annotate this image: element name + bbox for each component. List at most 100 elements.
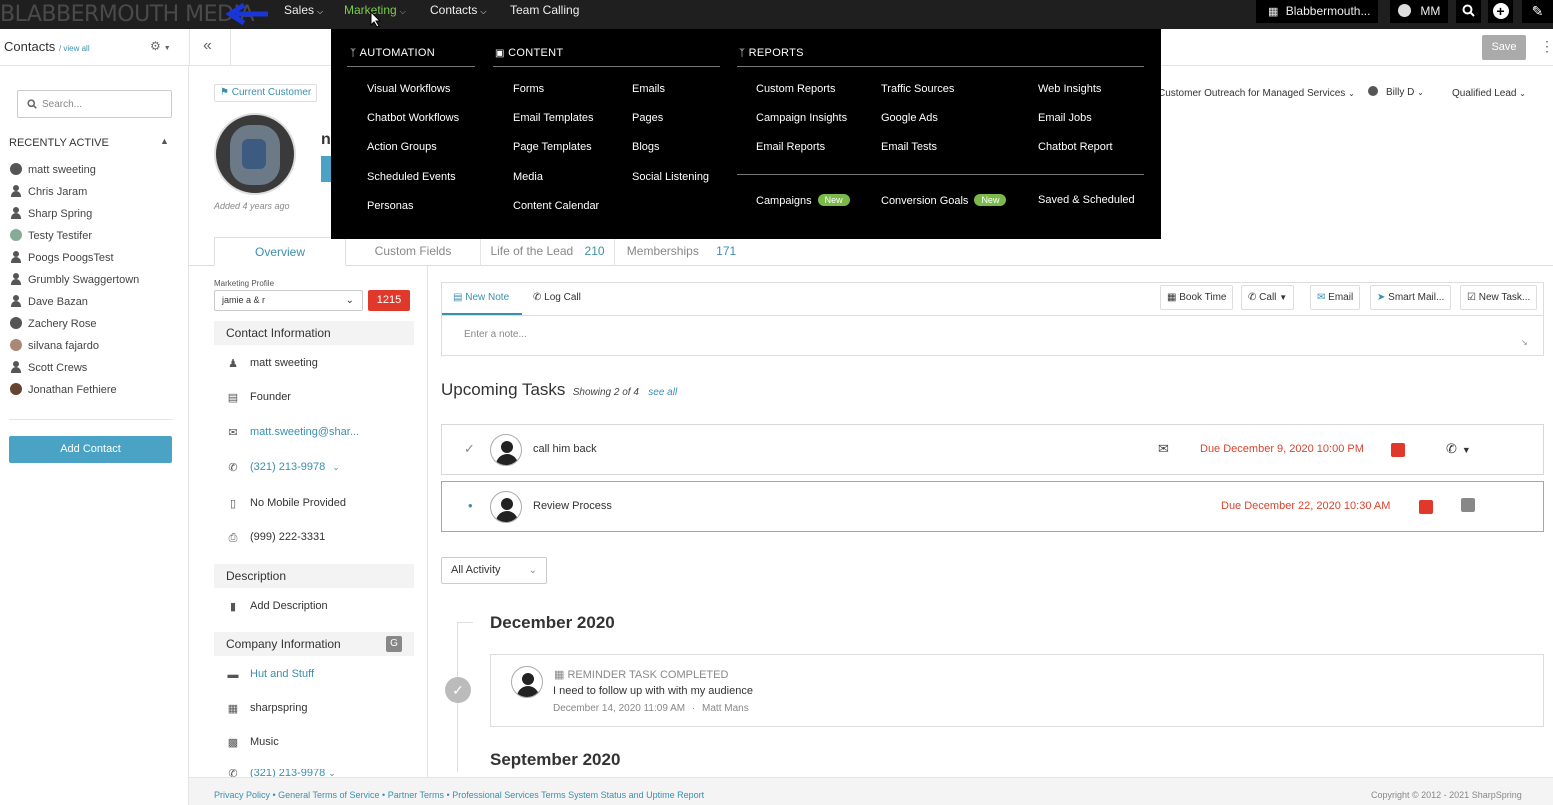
menu-pages[interactable]: Pages bbox=[632, 112, 663, 124]
company-industry-row[interactable]: ▩ Music bbox=[226, 734, 279, 750]
see-all-link[interactable]: see all bbox=[648, 387, 677, 398]
activity-entry[interactable]: ▦ REMINDER TASK COMPLETED I need to foll… bbox=[490, 654, 1544, 727]
user-menu[interactable]: MM bbox=[1390, 0, 1448, 23]
menu-forms[interactable]: Forms bbox=[513, 83, 544, 95]
comment-icon[interactable]: ✉ bbox=[1158, 441, 1169, 457]
menu-web-insights[interactable]: Web Insights bbox=[1038, 83, 1101, 95]
menu-email-jobs[interactable]: Email Jobs bbox=[1038, 112, 1092, 124]
contact-avatar[interactable] bbox=[214, 113, 296, 195]
resize-handle-icon[interactable]: ↘ bbox=[1521, 338, 1528, 347]
contact-title-row[interactable]: ▤ Founder bbox=[226, 389, 291, 405]
view-all-link[interactable]: / view all bbox=[59, 44, 90, 53]
contact-mobile-row[interactable]: ▯ No Mobile Provided bbox=[226, 495, 346, 511]
contacts-title: Contacts / view all bbox=[4, 39, 90, 54]
tab-life-of-lead[interactable]: Life of the Lead 210 bbox=[480, 237, 614, 266]
add-contact-button[interactable]: Add Contact bbox=[9, 436, 172, 463]
email-button[interactable]: ✉ Email bbox=[1310, 285, 1361, 310]
search-button[interactable] bbox=[1456, 0, 1481, 23]
nav-sales[interactable]: Sales ⌵ bbox=[284, 0, 323, 29]
menu-google-ads[interactable]: Google Ads bbox=[881, 112, 938, 124]
menu-saved-scheduled[interactable]: Saved & Scheduled bbox=[1038, 194, 1135, 206]
tab-overview[interactable]: Overview bbox=[214, 237, 346, 266]
recent-contact[interactable]: silvana fajardo bbox=[10, 338, 99, 354]
footer-links[interactable]: Privacy Policy • General Terms of Servic… bbox=[214, 790, 704, 800]
tab-custom-fields[interactable]: Custom Fields bbox=[346, 237, 480, 266]
add-description-row[interactable]: ▮ Add Description bbox=[226, 598, 328, 614]
search-input[interactable]: Search... bbox=[17, 90, 172, 118]
notifications-button[interactable]: ✎ bbox=[1522, 0, 1553, 23]
gear-icon[interactable]: ⚙ ▼ bbox=[150, 39, 171, 53]
owner-dropdown[interactable]: Billy D ⌄ bbox=[1368, 86, 1424, 98]
menu-email-tests[interactable]: Email Tests bbox=[881, 141, 937, 153]
menu-campaign-insights[interactable]: Campaign Insights bbox=[756, 112, 847, 124]
menu-social-listening[interactable]: Social Listening bbox=[632, 171, 709, 183]
recent-contact[interactable]: Sharp Spring bbox=[10, 206, 92, 222]
menu-chatbot-workflows[interactable]: Chatbot Workflows bbox=[367, 112, 459, 124]
more-options-icon[interactable]: ⋮ bbox=[1540, 38, 1553, 55]
recent-contact[interactable]: Poogs PoogsTest bbox=[10, 250, 114, 266]
company-name-row[interactable]: ▬ Hut and Stuff bbox=[226, 666, 315, 682]
contact-phone-row[interactable]: ✆ (321) 213-9978 ⌄ bbox=[226, 459, 339, 475]
company-website-row[interactable]: ▦ sharpspring bbox=[226, 700, 308, 716]
menu-action-groups[interactable]: Action Groups bbox=[367, 141, 437, 153]
save-button[interactable]: Save bbox=[1482, 35, 1526, 60]
contact-fax-row[interactable]: ⎙ (999) 222-3331 bbox=[226, 529, 326, 545]
recent-contact[interactable]: matt sweeting bbox=[10, 162, 96, 178]
calendar-icon[interactable] bbox=[1391, 443, 1405, 457]
contact-name-row[interactable]: ♟ matt sweeting bbox=[226, 355, 318, 371]
phone-dropdown-icon[interactable]: ✆ ▼ bbox=[1446, 441, 1471, 457]
recent-contact[interactable]: Scott Crews bbox=[10, 360, 87, 376]
nav-contacts[interactable]: Contacts ⌵ bbox=[430, 0, 486, 29]
note-input[interactable]: Enter a note... bbox=[464, 329, 527, 340]
menu-content-calendar[interactable]: Content Calendar bbox=[513, 200, 599, 212]
menu-personas[interactable]: Personas bbox=[367, 200, 413, 212]
google-icon[interactable]: G bbox=[386, 636, 402, 652]
menu-traffic-sources[interactable]: Traffic Sources bbox=[881, 83, 954, 95]
app-logo[interactable]: BLABBERMOUTH MEDIA bbox=[0, 0, 255, 29]
user-icon bbox=[1368, 86, 1378, 96]
recent-contact[interactable]: Zachery Rose bbox=[10, 316, 96, 332]
menu-custom-reports[interactable]: Custom Reports bbox=[756, 83, 835, 95]
menu-chatbot-report[interactable]: Chatbot Report bbox=[1038, 141, 1113, 153]
recent-contact[interactable]: Chris Jaram bbox=[10, 184, 87, 200]
menu-scheduled-events[interactable]: Scheduled Events bbox=[367, 171, 456, 183]
contact-action-button[interactable] bbox=[321, 156, 331, 182]
calendar-icon[interactable] bbox=[1419, 500, 1433, 514]
menu-blogs[interactable]: Blogs bbox=[632, 141, 660, 153]
marketing-profile-select[interactable]: jamie a & r ⌄ bbox=[214, 290, 363, 311]
task-row[interactable]: • Review Process Due December 22, 2020 1… bbox=[441, 481, 1544, 532]
smart-mail-button[interactable]: ➤ Smart Mail... bbox=[1370, 285, 1452, 310]
company-switcher[interactable]: ▦ Blabbermouth... bbox=[1256, 0, 1378, 23]
recent-contact[interactable]: Grumbly Swaggertown bbox=[10, 272, 139, 288]
task-row[interactable]: ✓ call him back ✉ Due December 9, 2020 1… bbox=[441, 424, 1544, 475]
tab-new-note[interactable]: ▤ New Note bbox=[442, 283, 522, 315]
book-time-button[interactable]: ▦ Book Time bbox=[1160, 285, 1234, 310]
check-icon[interactable]: ✓ bbox=[464, 441, 475, 457]
menu-email-reports[interactable]: Email Reports bbox=[756, 141, 825, 153]
menu-conversion-goals[interactable]: Conversion Goals New bbox=[881, 194, 1007, 207]
menu-visual-workflows[interactable]: Visual Workflows bbox=[367, 83, 450, 95]
activity-filter-select[interactable]: All Activity ⌄ bbox=[441, 557, 547, 584]
menu-media[interactable]: Media bbox=[513, 171, 543, 183]
call-button[interactable]: ✆ Call ▼ bbox=[1241, 285, 1295, 310]
menu-campaigns[interactable]: Campaigns New bbox=[756, 194, 850, 207]
menu-emails[interactable]: Emails bbox=[632, 83, 665, 95]
lead-status-dropdown[interactable]: Qualified Lead ⌄ bbox=[1452, 88, 1526, 99]
menu-page-templates[interactable]: Page Templates bbox=[513, 141, 592, 153]
recent-contact[interactable]: Jonathan Fethiere bbox=[10, 382, 117, 398]
collapse-up-icon[interactable]: ▲ bbox=[160, 136, 169, 146]
company-phone-row[interactable]: ✆ (321) 213-9978 ⌄ bbox=[226, 769, 335, 777]
calendar-edit-icon[interactable] bbox=[1461, 498, 1475, 512]
tab-log-call[interactable]: ✆ Log Call bbox=[533, 292, 581, 303]
add-new-button[interactable]: + bbox=[1488, 0, 1513, 23]
nav-team-calling[interactable]: Team Calling bbox=[510, 0, 579, 29]
tag-current-customer[interactable]: ⚑ Current Customer bbox=[214, 84, 318, 102]
tab-memberships[interactable]: Memberships 171 bbox=[614, 237, 748, 266]
collapse-icon[interactable]: « bbox=[203, 37, 212, 55]
recent-contact[interactable]: Testy Testifer bbox=[10, 228, 92, 244]
contact-email-row[interactable]: ✉ matt.sweeting@shar... bbox=[226, 424, 359, 440]
recent-contact[interactable]: Dave Bazan bbox=[10, 294, 88, 310]
new-task-button[interactable]: ☑ New Task... bbox=[1460, 285, 1538, 310]
menu-email-templates[interactable]: Email Templates bbox=[513, 112, 594, 124]
campaign-dropdown[interactable]: Customer Outreach for Managed Services ⌄ bbox=[1158, 88, 1355, 99]
